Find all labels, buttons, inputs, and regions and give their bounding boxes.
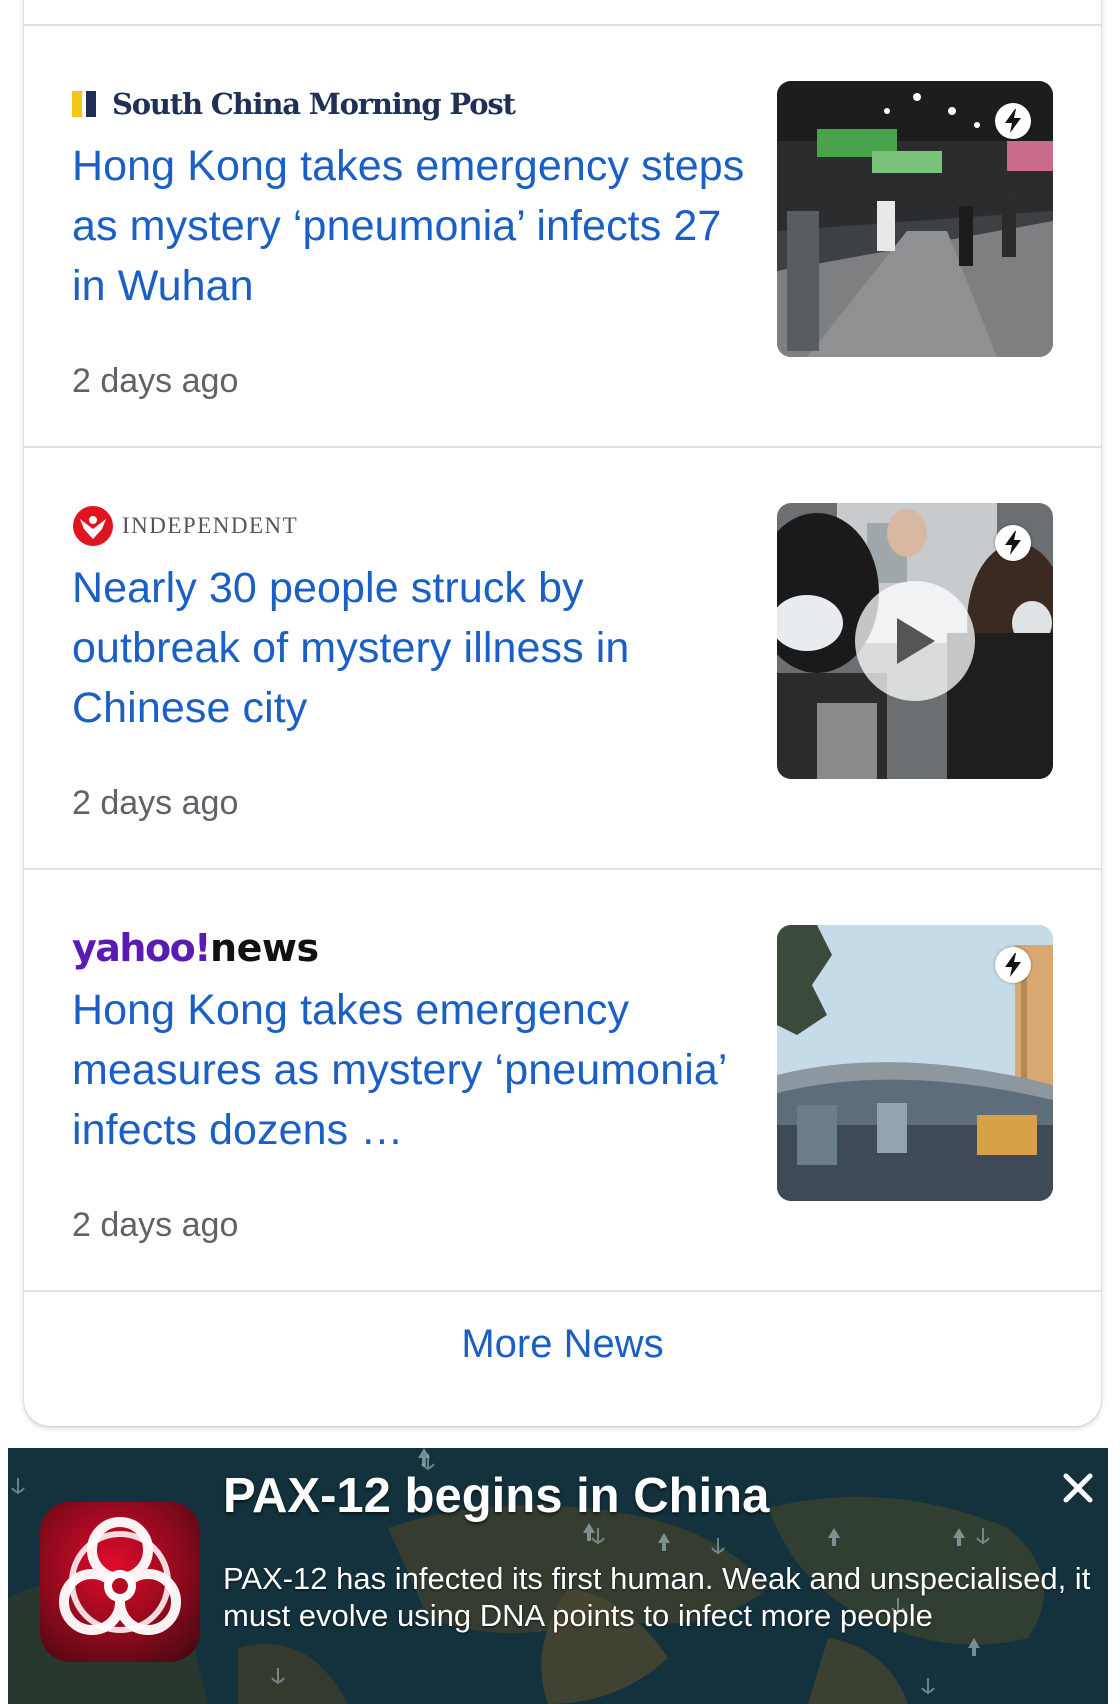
timestamp: 2 days ago	[72, 1206, 239, 1244]
amp-lightning-icon	[995, 103, 1031, 139]
news-card: South China Morning Post Hong Kong takes…	[24, 0, 1101, 1426]
divider	[24, 1290, 1101, 1292]
timestamp: 2 days ago	[72, 362, 239, 400]
video-thumbnail[interactable]	[777, 503, 1053, 779]
amp-lightning-icon	[995, 525, 1031, 561]
source-logo-yahoo-news: yahoo!news	[72, 926, 319, 970]
source-name: South China Morning Post	[112, 87, 516, 121]
thumbnail-image[interactable]	[777, 81, 1053, 357]
thumbnail-image[interactable]	[777, 925, 1053, 1201]
scmp-logo-icon	[72, 91, 96, 117]
game-notification-banner[interactable]: PAX-12 begins in China PAX-12 has infect…	[8, 1448, 1108, 1704]
timestamp: 2 days ago	[72, 784, 239, 822]
news-article[interactable]: yahoo!news Hong Kong takes emergency mea…	[24, 870, 1101, 1292]
news-article[interactable]: INDEPENDENT Nearly 30 people struck by o…	[24, 448, 1101, 870]
more-news-link[interactable]: More News	[24, 1320, 1101, 1368]
headline-link[interactable]: Nearly 30 people struck by outbreak of m…	[72, 558, 752, 738]
source-logo-independent: INDEPENDENT	[72, 506, 298, 546]
source-logo-scmp: South China Morning Post	[72, 84, 516, 124]
amp-lightning-icon	[995, 947, 1031, 983]
headline-link[interactable]: Hong Kong takes emergency steps as myste…	[72, 136, 752, 316]
notification-title: PAX-12 begins in China	[223, 1469, 770, 1523]
play-icon[interactable]	[855, 581, 975, 701]
notification-body: PAX-12 has infected its first human. Wea…	[223, 1561, 1091, 1633]
yahoo-logo: yahoo!news	[72, 926, 319, 970]
close-icon[interactable]	[1058, 1468, 1098, 1508]
headline-link[interactable]: Hong Kong takes emergency measures as my…	[72, 980, 752, 1160]
independent-eagle-icon	[73, 506, 113, 546]
biohazard-icon	[40, 1502, 200, 1662]
source-name: INDEPENDENT	[122, 513, 299, 538]
news-article[interactable]: South China Morning Post Hong Kong takes…	[24, 26, 1101, 448]
